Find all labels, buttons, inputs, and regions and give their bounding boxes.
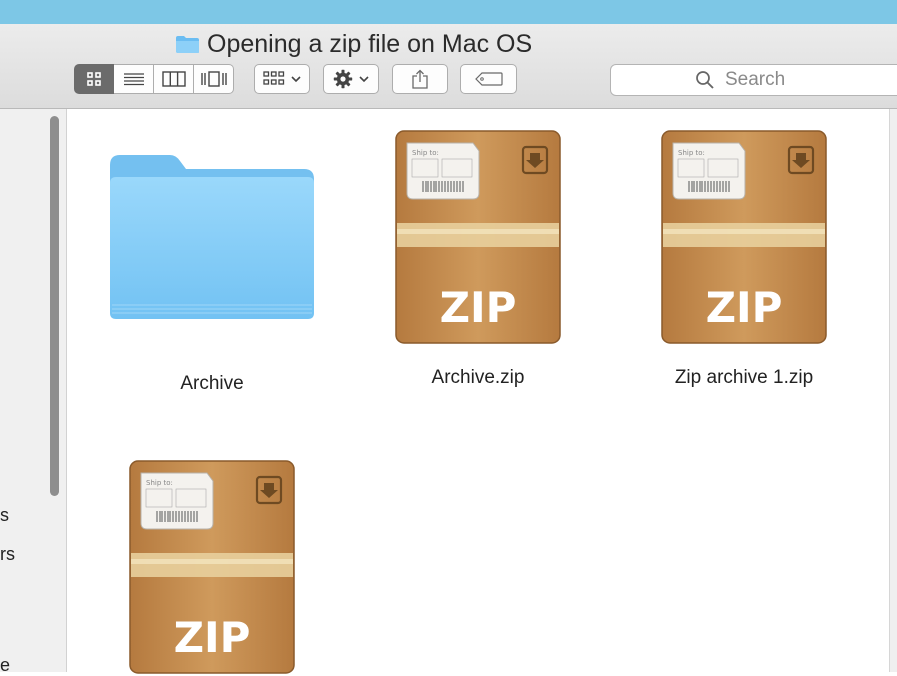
column-view-button[interactable] bbox=[154, 64, 194, 94]
ship-to-label: Ship to: bbox=[678, 149, 705, 157]
file-name: Zip archive 1.zip bbox=[674, 367, 814, 388]
file-name: Archive bbox=[180, 373, 244, 394]
share-icon bbox=[412, 69, 428, 89]
folder-icon bbox=[110, 155, 314, 319]
file-grid: Archive Ship to: ZIP Archive.zip Ship to… bbox=[67, 109, 889, 675]
chevron-down-icon bbox=[359, 75, 369, 82]
zip-badge: ZIP bbox=[174, 613, 251, 662]
view-mode-selector bbox=[74, 64, 234, 94]
desktop-background bbox=[0, 0, 897, 24]
share-button[interactable] bbox=[392, 64, 448, 94]
icon-view-icon bbox=[87, 72, 101, 86]
ship-to-label: Ship to: bbox=[412, 149, 439, 157]
content-scrollbar[interactable] bbox=[889, 109, 897, 672]
sidebar-item-label[interactable]: e bbox=[0, 655, 10, 676]
file-name: Archive.zip bbox=[431, 367, 525, 388]
arrange-button[interactable] bbox=[254, 64, 310, 94]
sidebar-item-label[interactable]: s bbox=[0, 505, 9, 526]
window-title-text: Opening a zip file on Mac OS bbox=[207, 29, 533, 58]
file-item[interactable]: Ship to: ZIP Archive.zip bbox=[371, 129, 585, 389]
zip-archive-icon: Ship to: ZIP bbox=[129, 460, 295, 674]
sidebar-item-label[interactable]: rs bbox=[0, 544, 15, 565]
cover-flow-view-button[interactable] bbox=[194, 64, 234, 94]
search-input[interactable] bbox=[723, 68, 887, 92]
file-item[interactable]: Ship to: ZIP Zip archive 1.zip bbox=[637, 129, 851, 389]
sidebar-scrollbar[interactable] bbox=[50, 116, 59, 496]
file-item[interactable]: Archive bbox=[105, 153, 319, 395]
search-icon bbox=[696, 71, 714, 89]
zip-archive-icon: Ship to: ZIP bbox=[661, 130, 827, 344]
tag-button[interactable] bbox=[460, 64, 517, 94]
column-view-icon bbox=[161, 71, 186, 87]
arrange-icon bbox=[263, 71, 285, 85]
file-item[interactable]: Ship to: ZIP bbox=[105, 459, 319, 675]
search-field[interactable] bbox=[610, 64, 897, 96]
ship-to-label: Ship to: bbox=[146, 479, 173, 487]
chevron-down-icon bbox=[291, 75, 301, 82]
window-title: Opening a zip file on Mac OS bbox=[175, 29, 532, 59]
gear-icon bbox=[333, 69, 353, 89]
zip-badge: ZIP bbox=[440, 283, 517, 332]
action-button[interactable] bbox=[323, 64, 379, 94]
zip-archive-icon: Ship to: ZIP bbox=[395, 130, 561, 344]
folder-icon bbox=[176, 35, 199, 53]
cover-flow-icon bbox=[200, 71, 227, 87]
list-view-icon bbox=[123, 73, 144, 86]
list-view-button[interactable] bbox=[114, 64, 154, 94]
zip-badge: ZIP bbox=[706, 283, 783, 332]
icon-view-button[interactable] bbox=[74, 64, 114, 94]
tag-icon bbox=[474, 72, 503, 86]
finder-toolbar: Opening a zip file on Mac OS bbox=[0, 24, 897, 109]
